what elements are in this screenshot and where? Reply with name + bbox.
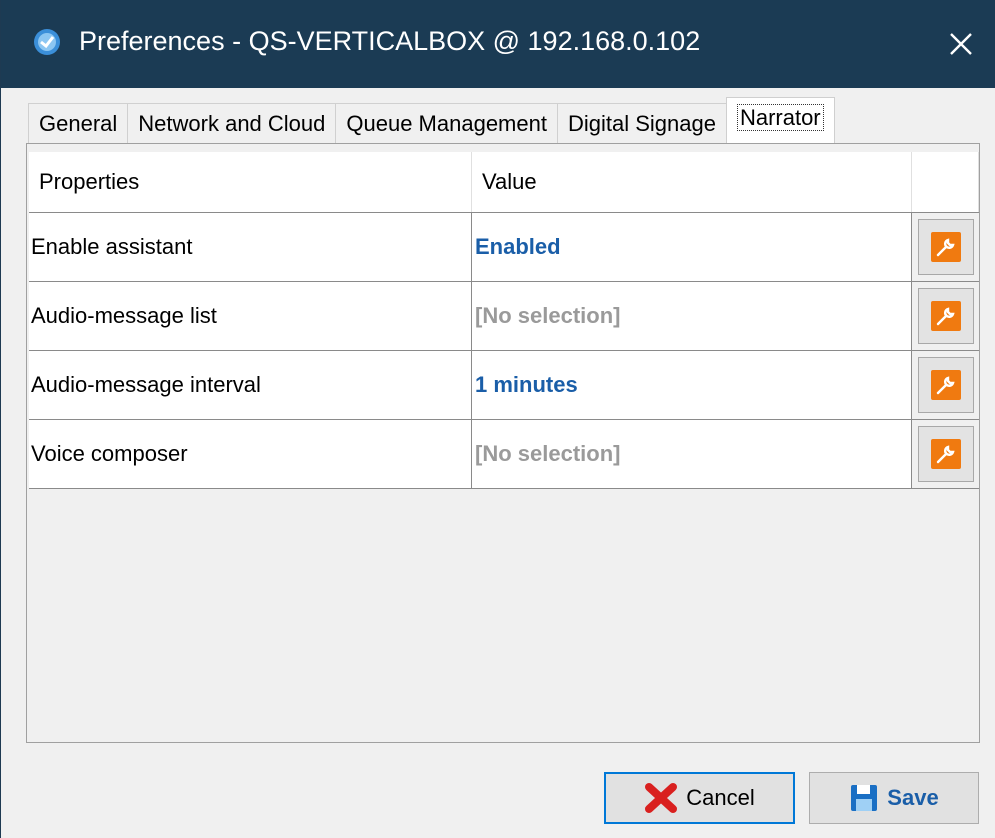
property-name: Enable assistant (29, 213, 472, 281)
cancel-button[interactable]: Cancel (604, 772, 795, 824)
table-row: Audio-message list [No selection] (29, 281, 979, 350)
wrench-icon (930, 301, 961, 331)
property-name: Audio-message list (29, 282, 472, 350)
tab-label: Digital Signage (567, 111, 716, 136)
save-label: Save (887, 785, 939, 810)
action-cell (912, 282, 979, 350)
preferences-window: Preferences - QS-VERTICALBOX @ 192.168.0… (0, 0, 995, 838)
cancel-label: Cancel (686, 785, 755, 810)
narrator-panel: Properties Value Enable assistant Enable… (26, 143, 980, 743)
tab-digital-signage[interactable]: Digital Signage (556, 103, 727, 143)
app-logo-icon (34, 29, 60, 55)
floppy-disk-icon (849, 783, 879, 813)
edit-audio-message-interval-button[interactable] (917, 357, 974, 413)
edit-audio-message-list-button[interactable] (917, 288, 974, 344)
wrench-icon (930, 439, 961, 469)
window-title: Preferences - QS-VERTICALBOX @ 192.168.0… (79, 26, 701, 56)
table-row: Voice composer [No selection] (29, 419, 979, 489)
property-value[interactable]: Enabled (472, 213, 912, 281)
header-value: Value (472, 152, 912, 212)
title-bar: Preferences - QS-VERTICALBOX @ 192.168.0… (1, 0, 995, 88)
tab-label: Queue Management (346, 111, 547, 136)
tab-queue-management[interactable]: Queue Management (335, 103, 558, 143)
tab-strip: General Network and Cloud Queue Manageme… (28, 97, 835, 143)
properties-grid: Properties Value Enable assistant Enable… (29, 152, 979, 489)
tab-narrator[interactable]: Narrator (725, 97, 835, 143)
action-cell (912, 213, 979, 281)
tab-general[interactable]: General (28, 103, 129, 143)
tab-label: Narrator (736, 104, 824, 131)
table-row: Enable assistant Enabled (29, 212, 979, 281)
tab-label: General (39, 111, 118, 136)
header-properties: Properties (29, 152, 472, 212)
tab-label: Network and Cloud (138, 111, 326, 136)
header-action (912, 152, 979, 212)
property-value[interactable]: [No selection] (472, 420, 912, 488)
wrench-icon (930, 232, 961, 262)
red-x-icon (644, 782, 678, 814)
property-name: Audio-message interval (29, 351, 472, 419)
action-cell (912, 420, 979, 488)
edit-voice-composer-button[interactable] (917, 426, 974, 482)
tab-network-and-cloud[interactable]: Network and Cloud (127, 103, 337, 143)
close-icon (950, 33, 972, 55)
save-button[interactable]: Save (809, 772, 979, 824)
property-value[interactable]: 1 minutes (472, 351, 912, 419)
table-row: Audio-message interval 1 minutes (29, 350, 979, 419)
close-button[interactable] (926, 0, 995, 88)
property-value[interactable]: [No selection] (472, 282, 912, 350)
property-name: Voice composer (29, 420, 472, 488)
wrench-icon (930, 370, 961, 400)
grid-header: Properties Value (29, 152, 979, 212)
action-cell (912, 351, 979, 419)
edit-enable-assistant-button[interactable] (917, 219, 974, 275)
